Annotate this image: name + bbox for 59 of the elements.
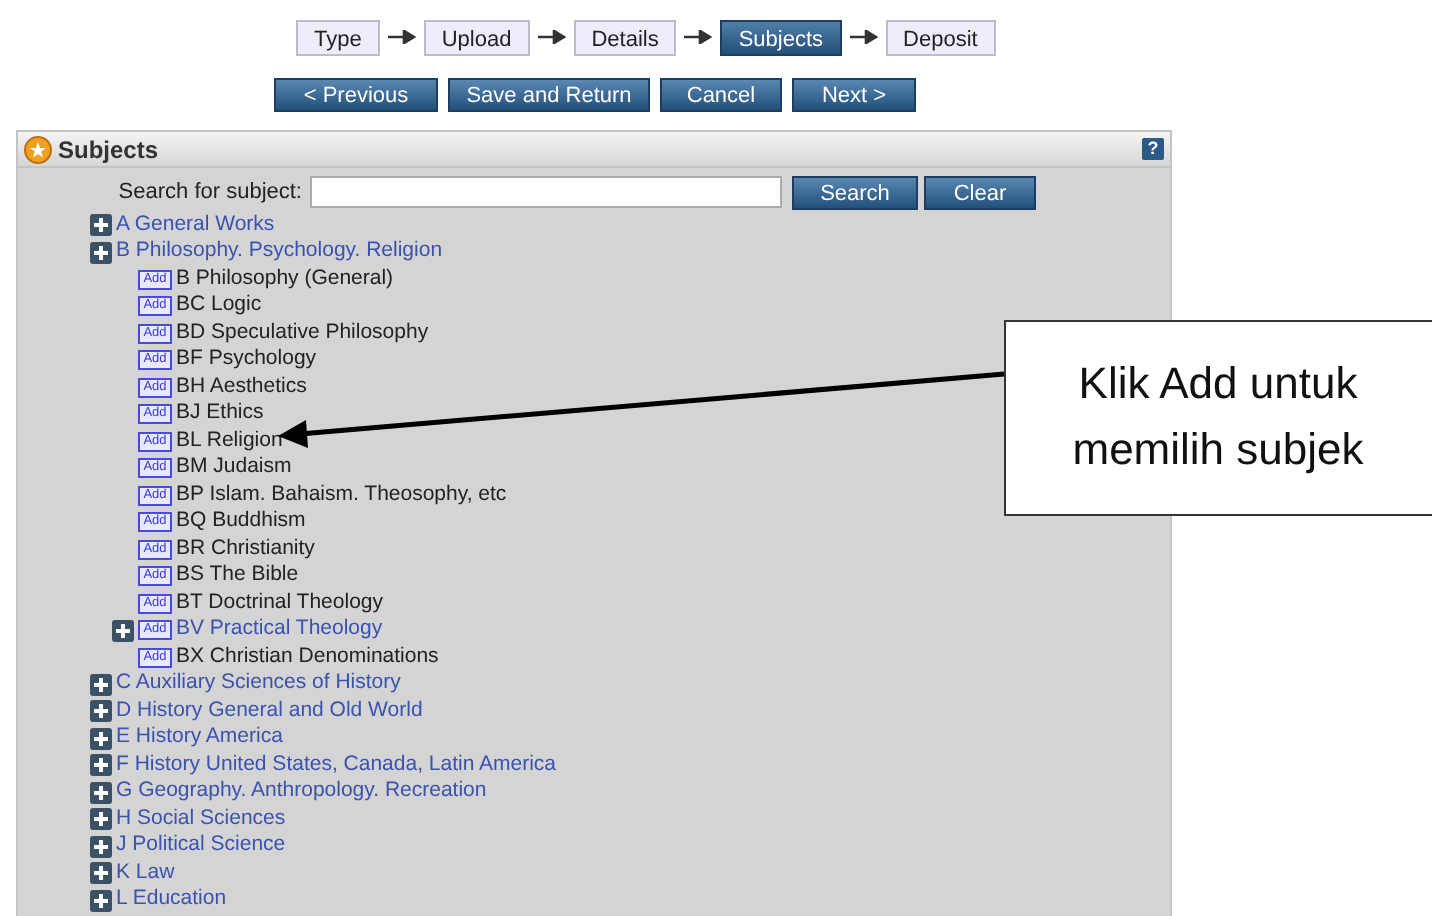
expand-icon[interactable] [90,727,112,750]
callout-text: Klik Add untuk memilih subjek [1004,320,1432,516]
expand-icon[interactable] [90,781,112,804]
star-icon [24,135,52,163]
subject-label: BX Christian Denominations [176,641,439,672]
subject-label: BC Logic [176,290,262,321]
arrow-icon [537,30,566,44]
expand-icon[interactable] [90,808,112,831]
step-tab[interactable]: Subjects [720,19,842,55]
expand-icon[interactable] [90,862,112,885]
subject-label: B Philosophy (General) [176,263,394,294]
expand-icon[interactable] [90,700,112,723]
panel-title: Subjects [58,133,159,167]
search-button[interactable]: Clear [924,175,1036,209]
nav-button[interactable]: Save and Return [448,77,650,111]
subject-label: BD Speculative Philosophy [176,317,429,348]
expand-icon[interactable] [112,619,134,642]
subject-link[interactable]: L Education [116,884,227,916]
subject-label: BJ Ethics [176,398,264,429]
subject-label: BH Aesthetics [176,371,307,402]
step-tab[interactable]: Type [296,19,380,55]
expand-icon[interactable] [90,889,112,912]
expand-icon[interactable] [90,214,112,237]
subject-label: BS The Bible [176,560,299,591]
subject-link[interactable]: K Law [116,857,175,890]
subject-link[interactable]: H Social Sciences [116,803,286,836]
step-tab[interactable]: Details [573,19,677,55]
subject-label: BL Religion [176,425,283,456]
arrow-icon [849,30,878,44]
expand-icon[interactable] [90,241,112,264]
subject-link[interactable]: J Political Science [116,830,286,863]
help-button[interactable]: ? [1142,138,1164,160]
subject-label: BR Christianity [176,533,315,564]
subject-label: BQ Buddhism [176,506,306,537]
subject-link[interactable]: D History General and Old World [116,695,423,728]
subject-link[interactable]: F History United States, Canada, Latin America [116,749,557,782]
subject-link[interactable]: BV Practical Theology [176,614,383,647]
subject-label: BF Psychology [176,344,317,375]
search-label: Search for subject: [116,177,304,208]
subject-label: BT Doctrinal Theology [176,587,383,618]
search-field[interactable] [310,176,782,208]
subject-label: BP Islam. Bahaism. Theosophy, etc [176,479,507,510]
nav-button[interactable]: Cancel [660,77,782,111]
expand-icon[interactable] [90,673,112,696]
subject-link[interactable]: B Philosophy. Psychology. Religion [116,236,443,269]
subject-link[interactable]: C Auxiliary Sciences of History [116,668,401,701]
expand-icon[interactable] [90,835,112,858]
subject-link[interactable]: G Geography. Anthropology. Recreation [116,776,487,809]
subject-link[interactable]: E History America [116,722,283,755]
step-tab[interactable]: Deposit [885,19,996,55]
subject-link[interactable]: A General Works [116,209,275,242]
nav-button[interactable]: Next > [792,77,916,111]
arrow-icon [684,30,713,44]
nav-button[interactable]: < Previous [274,77,438,111]
arrow-icon [387,30,416,44]
expand-icon[interactable] [90,754,112,777]
search-button[interactable]: Search [792,175,918,209]
step-tab[interactable]: Upload [423,19,530,55]
subject-label: BM Judaism [176,452,292,483]
